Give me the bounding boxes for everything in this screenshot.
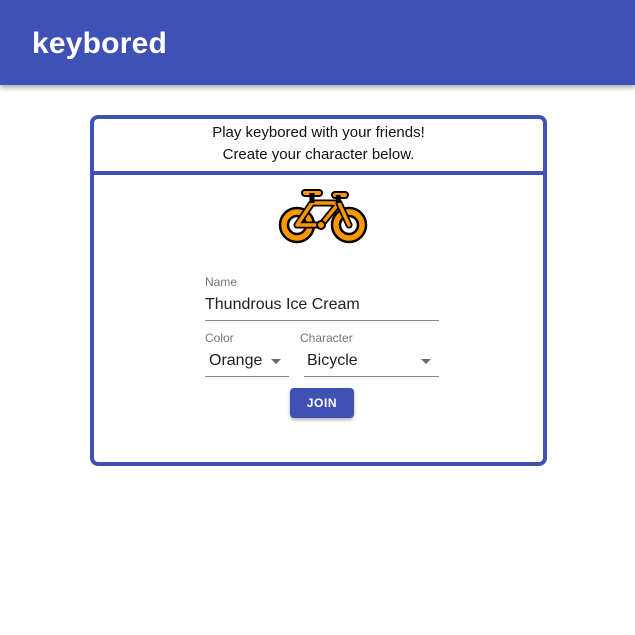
character-select-underline (304, 376, 439, 377)
character-label: Character (300, 331, 353, 345)
card-header: Play keybored with your friends! Create … (94, 119, 543, 175)
color-label: Color (205, 331, 234, 345)
name-input[interactable]: Thundrous Ice Cream (205, 295, 439, 315)
character-select[interactable]: Bicycle (307, 351, 437, 371)
card-header-line-2: Create your character below. (222, 146, 415, 163)
app-bar: keybored (0, 0, 635, 85)
name-label: Name (205, 275, 238, 289)
bicycle-icon (278, 189, 368, 244)
name-input-underline (205, 320, 439, 321)
join-card: Play keybored with your friends! Create … (90, 115, 547, 466)
color-dropdown-arrow-icon[interactable] (271, 359, 281, 364)
character-dropdown-arrow-icon[interactable] (421, 359, 431, 364)
card-header-line-1: Play keybored with your friends! (212, 124, 425, 141)
app-title: keybored (32, 27, 167, 60)
join-button[interactable]: JOIN (290, 388, 354, 418)
color-select-underline (205, 376, 289, 377)
